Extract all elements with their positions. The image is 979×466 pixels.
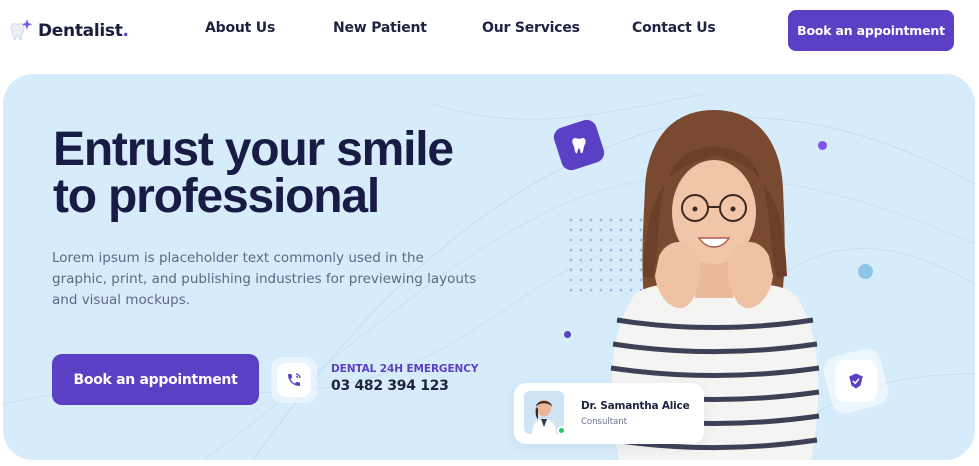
headline-line-1: Entrust your smile bbox=[53, 123, 454, 176]
header-book-appointment-button[interactable]: Book an appointment bbox=[788, 10, 954, 51]
site-header: Dentalist. About Us New Patient Our Serv… bbox=[0, 0, 979, 62]
doctor-role: Consultant bbox=[581, 417, 627, 427]
emergency-label: DENTAL 24H EMERGENCY bbox=[331, 363, 479, 375]
brand-logo[interactable]: Dentalist. bbox=[8, 18, 129, 44]
tooth-logo-icon bbox=[8, 18, 36, 44]
nav-item-our-services[interactable]: Our Services bbox=[482, 20, 580, 36]
shield-check-icon bbox=[835, 360, 877, 402]
nav-item-contact-us[interactable]: Contact Us bbox=[632, 20, 716, 36]
hero-book-appointment-button[interactable]: Book an appointment bbox=[52, 354, 259, 405]
hero-headline: Entrust your smile to professional bbox=[53, 123, 483, 223]
doctor-name: Dr. Samantha Alice bbox=[581, 400, 690, 412]
hero-description: Lorem ipsum is placeholder text commonly… bbox=[52, 250, 477, 308]
online-status-indicator bbox=[557, 426, 566, 435]
doctor-card[interactable]: Dr. Samantha Alice Consultant bbox=[514, 383, 704, 444]
decor-dot bbox=[858, 264, 873, 279]
hero-section: Entrust your smile to professional Lorem… bbox=[3, 74, 975, 460]
brand-name: Dentalist. bbox=[38, 21, 129, 41]
emergency-phone-button[interactable] bbox=[271, 357, 317, 403]
phone-icon bbox=[277, 363, 311, 397]
emergency-phone-number[interactable]: 03 482 394 123 bbox=[331, 378, 449, 394]
decor-dot bbox=[564, 331, 571, 338]
headline-line-2: to professional bbox=[53, 170, 380, 223]
nav-item-new-patient[interactable]: New Patient bbox=[333, 20, 427, 36]
nav-item-about-us[interactable]: About Us bbox=[205, 20, 275, 36]
